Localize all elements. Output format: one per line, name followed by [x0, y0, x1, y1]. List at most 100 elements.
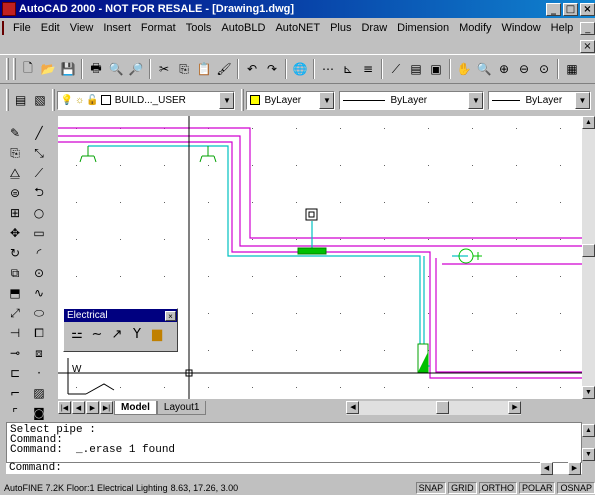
ellipse-icon[interactable]: ⬭: [29, 304, 49, 322]
elec-receptacle-icon[interactable]: Y: [127, 326, 147, 344]
hyperlink-icon[interactable]: 🌐: [291, 59, 309, 79]
move-icon[interactable]: ✥: [5, 224, 25, 242]
undo-icon[interactable]: ↶: [243, 59, 261, 79]
preview-icon[interactable]: 🔍: [107, 59, 125, 79]
layer-freeze-icon[interactable]: ☼: [75, 95, 84, 106]
prev-tab-button[interactable]: ◀: [72, 401, 85, 414]
last-tab-button[interactable]: ▶|: [100, 401, 113, 414]
zoom-previous-icon[interactable]: ⊖: [515, 59, 533, 79]
erase-icon[interactable]: ✎: [5, 124, 25, 142]
scroll-down-arrow-icon[interactable]: ▼: [582, 386, 595, 399]
menu-file[interactable]: File: [8, 22, 36, 34]
print-icon[interactable]: 🖶: [87, 59, 105, 79]
array-icon[interactable]: ⊞: [5, 204, 25, 222]
new-icon[interactable]: 🗋: [19, 59, 37, 79]
layer-on-icon[interactable]: 💡: [61, 95, 73, 106]
drawing-canvas[interactable]: W: [58, 116, 582, 399]
redo-icon[interactable]: ↷: [263, 59, 281, 79]
ucs-icon[interactable]: ⊾: [339, 59, 357, 79]
make-block-icon[interactable]: ⧈: [29, 344, 49, 362]
tab-layout1[interactable]: Layout1: [156, 400, 207, 415]
open-icon[interactable]: 📂: [39, 59, 57, 79]
toolbar-grip[interactable]: [13, 58, 16, 80]
menu-insert[interactable]: Insert: [98, 22, 136, 34]
designcenter-icon[interactable]: ▣: [427, 59, 445, 79]
menu-dimension[interactable]: Dimension: [392, 22, 454, 34]
layer-lock-icon[interactable]: 🔓: [86, 95, 98, 106]
cmd-scroll-right-icon[interactable]: ▶: [568, 462, 581, 475]
snap-toggle[interactable]: SNAP: [415, 482, 447, 494]
menu-draw[interactable]: Draw: [356, 22, 392, 34]
grid-toggle[interactable]: GRID: [448, 482, 477, 494]
scroll-thumb[interactable]: [582, 244, 595, 257]
circle-icon[interactable]: ⊙: [29, 264, 49, 282]
next-tab-button[interactable]: ▶: [86, 401, 99, 414]
scroll-up-arrow-icon[interactable]: ▲: [582, 116, 595, 129]
region-icon[interactable]: ◙: [29, 404, 49, 422]
vertical-scrollbar[interactable]: ▲ ▼: [582, 116, 595, 399]
sprinkler-head-icon[interactable]: [199, 146, 217, 163]
hatch-icon[interactable]: ▨: [29, 384, 49, 402]
tab-model[interactable]: Model: [114, 400, 157, 415]
palette-title-bar[interactable]: Electrical ×: [64, 309, 177, 322]
lineweight-dropdown[interactable]: ByLayer ▼: [488, 90, 591, 110]
copy-object-icon[interactable]: ⎘: [5, 144, 25, 162]
document-icon[interactable]: [2, 21, 4, 35]
toolbar-grip[interactable]: [51, 89, 55, 111]
menu-format[interactable]: Format: [136, 22, 181, 34]
polar-toggle[interactable]: POLAR: [518, 482, 556, 494]
zoom-window-icon[interactable]: ⊕: [495, 59, 513, 79]
scroll-right-arrow-icon[interactable]: ▶: [508, 400, 522, 414]
paste-icon[interactable]: 📋: [195, 59, 213, 79]
toolbar-grip[interactable]: [6, 89, 9, 111]
zoom-extents-icon[interactable]: ⊙: [535, 59, 553, 79]
copy-icon[interactable]: ⎘: [175, 59, 193, 79]
elec-panel-icon[interactable]: ▆: [147, 326, 167, 344]
zoom-realtime-icon[interactable]: 🔍: [475, 59, 493, 79]
scroll-left-arrow-icon[interactable]: ◀: [346, 400, 360, 414]
doc-close-button[interactable]: ×: [580, 40, 595, 53]
pan-icon[interactable]: ✋: [455, 59, 473, 79]
arc-icon[interactable]: ◜: [29, 244, 49, 262]
menu-autobld[interactable]: AutoBLD: [216, 22, 270, 34]
break-icon[interactable]: ⊏: [5, 364, 25, 382]
menu-window[interactable]: Window: [497, 22, 546, 34]
construction-line-icon[interactable]: ⤡: [29, 144, 49, 162]
insert-block-icon[interactable]: ⧠: [29, 324, 49, 342]
line-icon[interactable]: ╱: [29, 124, 49, 142]
menu-tools[interactable]: Tools: [181, 22, 217, 34]
save-icon[interactable]: 💾: [59, 59, 77, 79]
polygon-icon[interactable]: ⮌: [29, 184, 49, 202]
linetype-dropdown[interactable]: ByLayer ▼: [339, 90, 485, 110]
fillet-icon[interactable]: ⌜: [5, 404, 25, 422]
linetype-dropdown-arrow[interactable]: ▼: [468, 91, 484, 109]
trim-icon[interactable]: ⊣: [5, 324, 25, 342]
extend-icon[interactable]: ⊸: [5, 344, 25, 362]
menu-view[interactable]: View: [65, 22, 99, 34]
elec-branch-icon[interactable]: ⚍: [67, 326, 87, 344]
stretch-icon[interactable]: ⬒: [5, 284, 25, 302]
cmd-scroll-down-icon[interactable]: ▼: [582, 448, 595, 461]
inquiry-icon[interactable]: ⟋: [387, 59, 405, 79]
horizontal-scrollbar[interactable]: ◀ ▶: [346, 400, 522, 415]
wire-magenta-4[interactable]: [435, 258, 582, 373]
ortho-toggle[interactable]: ORTHO: [478, 482, 517, 494]
menu-modify[interactable]: Modify: [454, 22, 496, 34]
first-tab-button[interactable]: |◀: [58, 401, 71, 414]
drawing-svg[interactable]: W: [58, 116, 582, 399]
tracking-icon[interactable]: ≡: [359, 59, 377, 79]
offset-icon[interactable]: ⊜: [5, 184, 25, 202]
maximize-button[interactable]: □: [563, 2, 578, 16]
osnap-toggle[interactable]: OSNAP: [557, 482, 595, 494]
close-button[interactable]: ×: [580, 2, 595, 16]
light-fixture-icon[interactable]: [297, 247, 327, 255]
make-object-layer-current-icon[interactable]: ▤: [12, 90, 29, 110]
palette-close-button[interactable]: ×: [165, 310, 176, 321]
rect-icon[interactable]: ▭: [29, 224, 49, 242]
lengthen-icon[interactable]: ⤢: [5, 304, 25, 322]
help-icon[interactable]: ▦: [563, 59, 581, 79]
toolbar-grip[interactable]: [6, 58, 9, 80]
electrical-palette[interactable]: Electrical × ⚍ ∼ ↗ Y ▆: [63, 308, 178, 352]
doc-minimize-button[interactable]: _: [580, 21, 595, 35]
cmd-scroll-left-icon[interactable]: ◀: [540, 462, 553, 475]
